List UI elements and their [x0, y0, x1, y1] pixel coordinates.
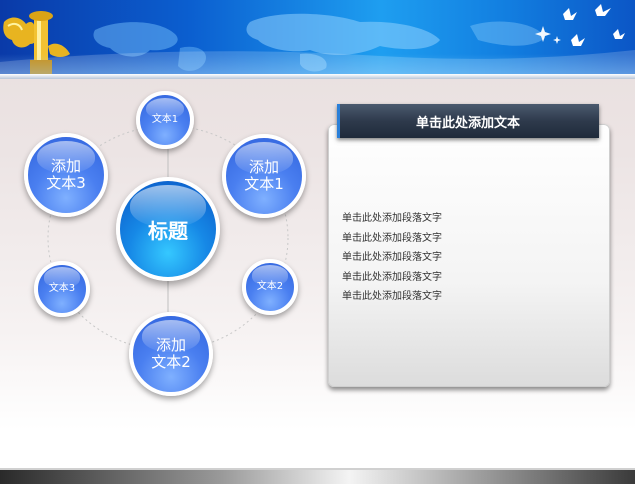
node-upper-left-line-2: 文本3 — [46, 174, 86, 192]
paragraph-line[interactable]: 单击此处添加段落文字 — [342, 209, 442, 229]
node-upper-left[interactable]: 添加 文本3 — [24, 133, 108, 217]
footer-bar — [0, 470, 635, 484]
node-upper-right-label: 添加 文本1 — [244, 157, 284, 194]
node-bottom-line-2: 文本2 — [151, 353, 191, 371]
node-top-label: 文本1 — [151, 114, 179, 126]
node-bottom-line-1: 添加 — [155, 335, 186, 354]
node-upper-right-line-2: 文本1 — [244, 175, 284, 193]
node-right-label: 文本2 — [256, 281, 284, 293]
paragraph-line[interactable]: 单击此处添加段落文字 — [342, 229, 442, 249]
node-bottom-label: 添加 文本2 — [151, 335, 191, 372]
node-upper-right-line-1: 添加 — [248, 157, 279, 176]
paragraph-line[interactable]: 单击此处添加段落文字 — [342, 287, 442, 307]
huabiao-icon — [3, 11, 70, 74]
paragraph-line[interactable]: 单击此处添加段落文字 — [342, 248, 442, 268]
banner-divider — [0, 74, 635, 79]
node-top[interactable]: 文本1 — [136, 91, 194, 149]
node-upper-left-line-1: 添加 — [50, 156, 81, 175]
node-left[interactable]: 文本3 — [34, 261, 90, 317]
node-bottom[interactable]: 添加 文本2 — [129, 312, 213, 396]
center-node-title[interactable]: 标题 — [116, 177, 220, 281]
paragraph-list: 单击此处添加段落文字 单击此处添加段落文字 单击此处添加段落文字 单击此处添加段… — [342, 209, 442, 307]
center-node-label: 标题 — [148, 218, 188, 243]
top-banner — [0, 0, 635, 74]
node-upper-left-label: 添加 文本3 — [46, 156, 86, 193]
node-left-label: 文本3 — [48, 283, 76, 295]
node-right[interactable]: 文本2 — [242, 259, 298, 315]
paragraph-line[interactable]: 单击此处添加段落文字 — [342, 268, 442, 288]
node-upper-right[interactable]: 添加 文本1 — [222, 134, 306, 218]
doves-stars — [535, 4, 625, 46]
panel-header-label: 单击此处添加文本 — [415, 115, 520, 131]
panel-header[interactable]: 单击此处添加文本 — [337, 104, 599, 138]
